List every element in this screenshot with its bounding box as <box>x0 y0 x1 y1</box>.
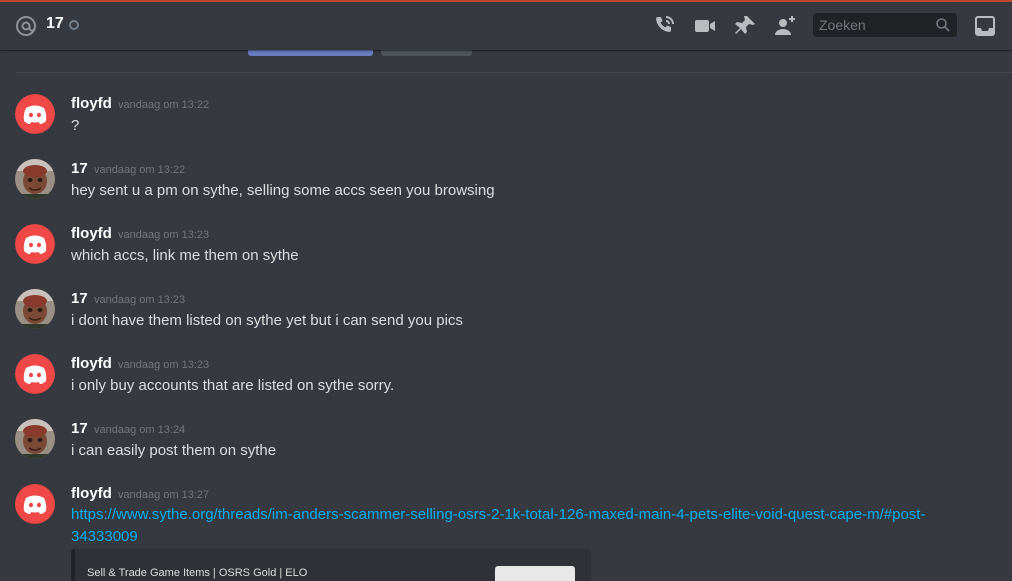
search-input[interactable] <box>813 13 933 37</box>
message-timestamp: vandaag om 13:23 <box>94 294 186 306</box>
video-icon[interactable] <box>693 14 717 38</box>
message: floyfd vandaag om 13:23 which accs, link… <box>0 224 1012 284</box>
message-content: ? <box>71 117 80 134</box>
message-author[interactable]: floyfd <box>71 95 112 112</box>
embed-provider[interactable]: Sell & Trade Game Items | OSRS Gold | EL… <box>87 567 307 579</box>
message-timestamp: vandaag om 13:27 <box>118 489 210 501</box>
user-photo-icon <box>15 419 55 459</box>
message-content: hey sent u a pm on sythe, selling some a… <box>71 182 495 199</box>
message: 17 vandaag om 13:22 hey sent u a pm on s… <box>0 159 1012 219</box>
avatar[interactable] <box>15 354 55 394</box>
channel-header: 17 <box>0 0 1012 50</box>
inbox-icon[interactable] <box>973 14 997 38</box>
discord-logo-icon <box>15 484 55 524</box>
message-content: i only buy accounts that are listed on s… <box>71 377 395 394</box>
message-link[interactable]: https://www.sythe.org/threads/im-anders-… <box>71 504 991 548</box>
discord-logo-icon <box>15 224 55 264</box>
user-photo-icon <box>15 159 55 199</box>
avatar[interactable] <box>15 159 55 199</box>
message-content: which accs, link me them on sythe <box>71 247 299 264</box>
avatar[interactable] <box>15 94 55 134</box>
avatar[interactable] <box>15 224 55 264</box>
avatar[interactable] <box>15 484 55 524</box>
message: 17 vandaag om 13:23 i dont have them lis… <box>0 289 1012 349</box>
discord-logo-icon <box>15 354 55 394</box>
avatar[interactable] <box>15 289 55 329</box>
message-timestamp: vandaag om 13:23 <box>118 359 210 371</box>
message-content: i can easily post them on sythe <box>71 442 277 459</box>
message: 17 vandaag om 13:24 i can easily post th… <box>0 419 1012 479</box>
link-embed: Sell & Trade Game Items | OSRS Gold | EL… <box>71 549 591 581</box>
search-icon[interactable] <box>935 17 951 33</box>
message-author[interactable]: floyfd <box>71 355 112 372</box>
message-author[interactable]: floyfd <box>71 225 112 242</box>
message: floyfd vandaag om 13:23 i only buy accou… <box>0 354 1012 414</box>
channel-name: 17 <box>46 15 64 32</box>
pin-icon[interactable] <box>733 14 757 38</box>
message-author[interactable]: 17 <box>71 160 88 177</box>
message-author[interactable]: 17 <box>71 420 88 437</box>
message-timestamp: vandaag om 13:22 <box>94 164 186 176</box>
message-content: i dont have them listed on sythe yet but… <box>71 312 463 329</box>
message-timestamp: vandaag om 13:24 <box>94 424 186 436</box>
call-icon[interactable] <box>652 14 676 38</box>
at-icon <box>16 16 36 36</box>
message-timestamp: vandaag om 13:22 <box>118 99 210 111</box>
divider <box>16 72 1012 73</box>
discord-logo-icon <box>15 94 55 134</box>
status-indicator-icon <box>69 20 79 30</box>
avatar[interactable] <box>15 419 55 459</box>
search-box[interactable] <box>813 13 957 37</box>
embed-thumbnail[interactable] <box>495 566 575 581</box>
message-author[interactable]: 17 <box>71 290 88 307</box>
scrolled-banner <box>0 46 1012 72</box>
message-author[interactable]: floyfd <box>71 485 112 502</box>
user-photo-icon <box>15 289 55 329</box>
add-friend-icon[interactable] <box>773 14 797 38</box>
message: floyfd vandaag om 13:22 ? <box>0 94 1012 154</box>
message-timestamp: vandaag om 13:23 <box>118 229 210 241</box>
